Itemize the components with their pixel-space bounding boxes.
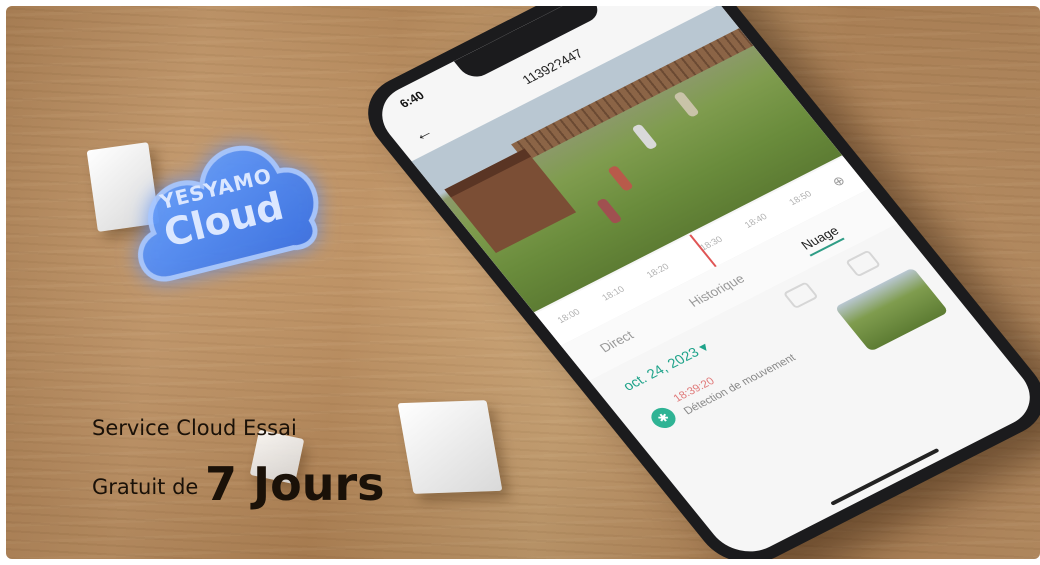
white-cube-bottom [397, 400, 503, 494]
event-thumbnail[interactable] [834, 267, 949, 352]
child-figure [672, 90, 700, 118]
timeline-tick: 18:10 [599, 284, 627, 303]
tab-nuage[interactable]: Nuage [797, 223, 845, 257]
product-banner: YESYAMO Cloud Service Cloud Essai Gratui… [6, 6, 1040, 559]
child-figure [631, 123, 659, 151]
promo-highlight: 7 Jours [205, 457, 385, 511]
motion-icon: ✱ [646, 404, 681, 432]
timeline-tick: 18:20 [644, 261, 671, 280]
timeline-tick: 18:00 [555, 306, 582, 326]
status-time: 6:40 [396, 88, 428, 111]
child-figure [595, 197, 623, 225]
timeline-tick: 18:50 [786, 188, 814, 207]
promo-line-2: Gratuit de 7 Jours [92, 451, 385, 511]
camera-icon[interactable] [782, 281, 819, 310]
tab-direct[interactable]: Direct [597, 328, 637, 355]
tab-historique[interactable]: Historique [686, 271, 748, 309]
fence [511, 28, 754, 162]
promo-line-1: Service Cloud Essai [92, 416, 297, 440]
video-icon[interactable] [845, 249, 882, 278]
child-figure [607, 164, 634, 192]
zoom-icon[interactable]: ⊕ [829, 173, 849, 191]
promo-prefix: Gratuit de [92, 475, 199, 499]
timeline-tick: 18:40 [742, 211, 769, 230]
